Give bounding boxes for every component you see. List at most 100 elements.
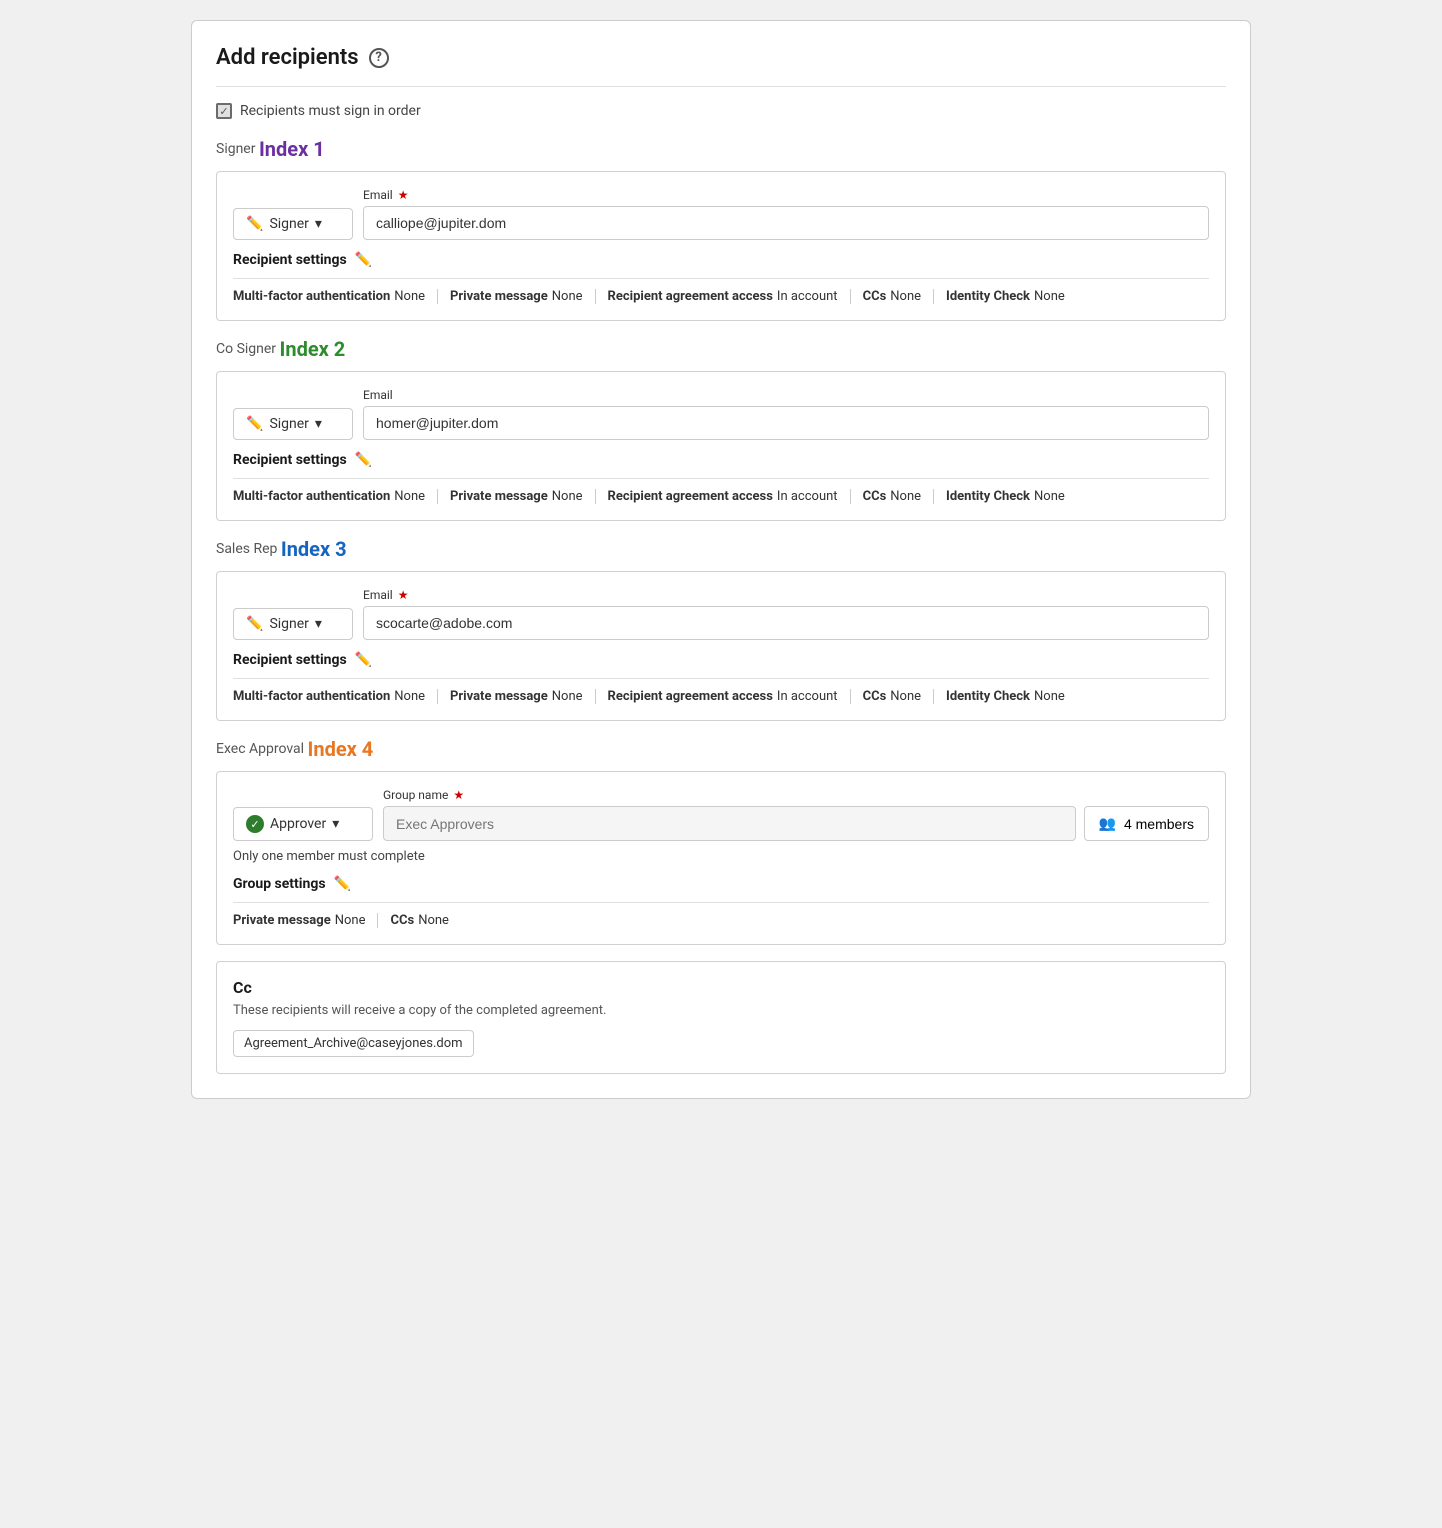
cosigner-2-type-dropdown[interactable]: ✏️ Signer ▾: [233, 408, 353, 440]
salesrep-3-email-label: Email ★: [363, 588, 1209, 602]
salesrep-3-meta-mfa: Multi-factor authentication None: [233, 689, 438, 704]
approver-type-dropdown[interactable]: ✓ Approver ▾: [233, 807, 373, 841]
sign-order-checkbox[interactable]: [216, 103, 232, 119]
group-name-input[interactable]: [383, 806, 1076, 841]
cosigner-2-type-value: Signer: [269, 416, 308, 432]
salesrep-3-type-dropdown[interactable]: ✏️ Signer ▾: [233, 608, 353, 640]
required-star-1: ★: [398, 188, 409, 202]
cosigner-2-type-label: [233, 390, 353, 404]
page-header: Add recipients ?: [216, 45, 1226, 87]
group-settings-label: Group settings: [233, 876, 326, 892]
signer-1-type-dropdown[interactable]: ✏️ Signer ▾: [233, 208, 353, 240]
execapproval-4-block: ✓ Approver ▾ Group name ★ 👥 4 members: [216, 771, 1226, 945]
cosigner-2-meta-ccs: CCs None: [863, 489, 934, 504]
cosigner-2-meta-raa: Recipient agreement access In account: [608, 489, 851, 504]
cosigner-2-settings-label: Recipient settings: [233, 452, 347, 468]
salesrep-index-3-section: Sales Rep Index 3 ✏️ Signer ▾ Email ★: [216, 537, 1226, 721]
execapproval-index-4-section: Exec Approval Index 4 ✓ Approver ▾ Group…: [216, 737, 1226, 945]
group-settings-row: Group settings ✏️: [233, 876, 1209, 892]
signer-1-edit-icon[interactable]: ✏️: [355, 252, 372, 268]
cc-email-value: Agreement_Archive@caseyjones.dom: [244, 1036, 463, 1051]
cosigner-2-title-row: Co Signer Index 2: [216, 337, 1226, 361]
sign-order-row: Recipients must sign in order: [216, 103, 1226, 119]
add-recipients-container: Add recipients ? Recipients must sign in…: [191, 20, 1251, 1099]
cosigner-2-role-prefix: Co Signer: [216, 341, 280, 357]
group-meta-row: Private message None CCs None: [233, 902, 1209, 928]
approver-type-value: Approver: [270, 816, 326, 832]
required-star-4: ★: [453, 788, 464, 802]
cc-title: Cc: [233, 978, 1209, 997]
signer-1-meta-mfa: Multi-factor authentication None: [233, 289, 438, 304]
salesrep-3-edit-icon[interactable]: ✏️: [355, 652, 372, 668]
salesrep-3-meta-row: Multi-factor authentication None Private…: [233, 678, 1209, 704]
signer-1-email-input[interactable]: [363, 206, 1209, 240]
cosigner-2-meta-pm: Private message None: [450, 489, 595, 504]
group-name-section: ✓ Approver ▾ Group name ★ 👥 4 members: [233, 788, 1209, 841]
salesrep-3-role-prefix: Sales Rep: [216, 541, 281, 557]
signer-1-type-value: Signer: [269, 216, 308, 232]
signer-1-meta-pm: Private message None: [450, 289, 595, 304]
salesrep-3-meta-raa: Recipient agreement access In account: [608, 689, 851, 704]
members-label: 4 members: [1124, 816, 1194, 832]
help-icon[interactable]: ?: [369, 48, 389, 68]
cc-section: Cc These recipients will receive a copy …: [216, 961, 1226, 1074]
salesrep-3-meta-pm: Private message None: [450, 689, 595, 704]
salesrep-3-input-row: ✏️ Signer ▾ Email ★: [233, 588, 1209, 640]
execapproval-4-role-prefix: Exec Approval: [216, 741, 308, 757]
page-title: Add recipients: [216, 45, 359, 70]
cosigner-2-email-input[interactable]: [363, 406, 1209, 440]
cosigner-2-meta-row: Multi-factor authentication None Private…: [233, 478, 1209, 504]
pen-icon-3: ✏️: [246, 616, 263, 632]
salesrep-3-meta-ic: Identity Check None: [946, 689, 1077, 704]
sign-order-label: Recipients must sign in order: [240, 103, 421, 119]
chevron-icon-3: ▾: [315, 616, 322, 632]
salesrep-3-block: ✏️ Signer ▾ Email ★ Recipient settings ✏…: [216, 571, 1226, 721]
signer-1-index-label: Index 1: [259, 137, 325, 161]
signer-1-meta-ic: Identity Check None: [946, 289, 1077, 304]
signer-1-meta-ccs: CCs None: [863, 289, 934, 304]
salesrep-3-email-input[interactable]: [363, 606, 1209, 640]
salesrep-3-settings-row: Recipient settings ✏️: [233, 652, 1209, 668]
salesrep-3-settings-label: Recipient settings: [233, 652, 347, 668]
signer-1-block: ✏️ Signer ▾ Email ★ Recipient settings ✏…: [216, 171, 1226, 321]
cosigner-2-index-label: Index 2: [280, 337, 346, 361]
people-icon: 👥: [1099, 815, 1116, 832]
cosigner-2-email-label: Email: [363, 388, 1209, 402]
signer-1-meta-raa: Recipient agreement access In account: [608, 289, 851, 304]
approver-type-label: [233, 789, 373, 803]
pen-icon-2: ✏️: [246, 416, 263, 432]
only-one-label: Only one member must complete: [233, 849, 1209, 864]
cosigner-2-settings-row: Recipient settings ✏️: [233, 452, 1209, 468]
cc-email-tag[interactable]: Agreement_Archive@caseyjones.dom: [233, 1030, 474, 1057]
cosigner-2-meta-ic: Identity Check None: [946, 489, 1077, 504]
signer-1-role-prefix: Signer: [216, 141, 259, 157]
cosigner-2-edit-icon[interactable]: ✏️: [355, 452, 372, 468]
signer-1-settings-label: Recipient settings: [233, 252, 347, 268]
group-meta-ccs: CCs None: [390, 913, 460, 928]
cc-subtitle: These recipients will receive a copy of …: [233, 1003, 1209, 1018]
signer-1-meta-row: Multi-factor authentication None Private…: [233, 278, 1209, 304]
salesrep-3-type-value: Signer: [269, 616, 308, 632]
execapproval-4-title-row: Exec Approval Index 4: [216, 737, 1226, 761]
approver-chevron-icon: ▾: [332, 816, 339, 832]
group-name-label: Group name ★: [383, 788, 1209, 802]
cosigner-2-meta-mfa: Multi-factor authentication None: [233, 489, 438, 504]
cosigner-2-block: ✏️ Signer ▾ Email Recipient settings ✏️ …: [216, 371, 1226, 521]
signer-1-settings-row: Recipient settings ✏️: [233, 252, 1209, 268]
salesrep-3-index-label: Index 3: [281, 537, 347, 561]
group-settings-edit-icon[interactable]: ✏️: [334, 876, 351, 892]
cosigner-index-2-section: Co Signer Index 2 ✏️ Signer ▾ Email: [216, 337, 1226, 521]
chevron-icon-1: ▾: [315, 216, 322, 232]
execapproval-4-index-label: Index 4: [308, 737, 374, 761]
chevron-icon-2: ▾: [315, 416, 322, 432]
approver-check-icon: ✓: [246, 815, 264, 833]
signer-1-input-row: ✏️ Signer ▾ Email ★: [233, 188, 1209, 240]
signer-1-email-label: Email ★: [363, 188, 1209, 202]
group-meta-pm: Private message None: [233, 913, 378, 928]
cosigner-2-input-row: ✏️ Signer ▾ Email: [233, 388, 1209, 440]
pen-icon-1: ✏️: [246, 216, 263, 232]
signer-index-1-section: Signer Index 1 ✏️ Signer ▾ Email ★: [216, 137, 1226, 321]
salesrep-3-title-row: Sales Rep Index 3: [216, 537, 1226, 561]
signer-1-title-row: Signer Index 1: [216, 137, 1226, 161]
members-button[interactable]: 👥 4 members: [1084, 806, 1209, 841]
